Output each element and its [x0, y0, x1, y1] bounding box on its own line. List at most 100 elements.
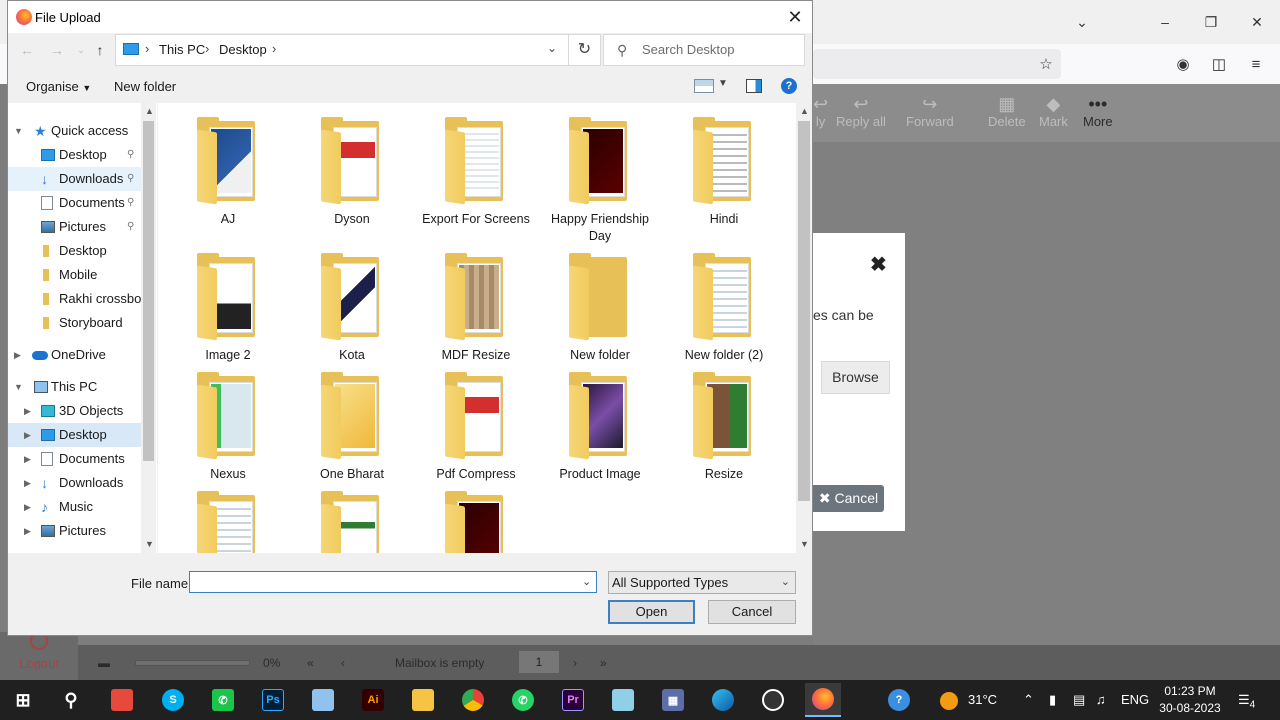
view-dropdown-icon[interactable]: ▼	[718, 78, 728, 89]
breadcrumb-separator-icon[interactable]: ›	[205, 41, 209, 56]
sidebar-item-desktop-pinned[interactable]: Desktop ⚲	[8, 143, 148, 167]
address-dropdown-icon[interactable]: ⌄	[547, 41, 557, 55]
breadcrumb-separator-icon[interactable]: ›	[145, 41, 149, 56]
pocket-icon[interactable]: ◉	[1172, 54, 1194, 76]
menu-icon[interactable]: ≡	[1245, 54, 1267, 76]
file-item[interactable]: Dyson	[296, 117, 408, 228]
sidebar-item-quick-access[interactable]: ▼ ★ Quick access	[8, 119, 148, 143]
refresh-button[interactable]: ↻	[569, 34, 601, 66]
recent-locations-chevron-icon[interactable]: ⌄	[72, 41, 90, 59]
window-close-icon[interactable]: ✕	[1245, 10, 1269, 34]
collapsed-chevron-icon[interactable]: ▶	[24, 447, 31, 471]
sidebar-item-rakhi-crossbon[interactable]: Rakhi crossbon	[8, 287, 149, 311]
dialog-close-button[interactable]: ✕	[780, 5, 810, 29]
tab-list-chevron-icon[interactable]: ⌄	[1070, 10, 1094, 34]
file-item[interactable]	[172, 491, 284, 553]
taskbar-app-computer[interactable]	[305, 683, 341, 717]
sidebar-item-storyboard[interactable]: Storyboard	[8, 311, 148, 335]
sidebar-item-downloads[interactable]: ▶ ↓ Downloads	[8, 471, 148, 495]
taskbar-app-edge[interactable]	[705, 683, 741, 717]
file-item[interactable]: Happy Friendship Day	[544, 117, 656, 245]
file-item[interactable]: One Bharat	[296, 372, 408, 483]
organise-button[interactable]: Organise ▼	[26, 79, 91, 94]
taskbar-search-button[interactable]: ⚲	[53, 683, 89, 717]
sidebar-item-this-pc[interactable]: ▼ This PC	[8, 375, 148, 399]
nav-scroll-down-icon[interactable]: ▼	[145, 539, 154, 549]
modal-cancel-button[interactable]: ✖ Cancel	[813, 485, 884, 512]
help-icon[interactable]: ?	[781, 78, 797, 94]
taskbar-app-firefox[interactable]	[805, 683, 841, 717]
file-list-pane[interactable]: AJ Dyson Export For Screens Happy Friendshi…	[158, 103, 796, 553]
modal-close-icon[interactable]: ✖	[870, 252, 887, 277]
url-bar[interactable]	[813, 49, 1061, 79]
collapsed-chevron-icon[interactable]: ▶	[24, 423, 31, 447]
forward-arrow-icon[interactable]: →	[48, 41, 66, 59]
nav-scroll-up-icon[interactable]: ▲	[145, 106, 154, 116]
sidebar-item-onedrive[interactable]: ▶ OneDrive	[8, 343, 148, 367]
usb-icon[interactable]: ▮	[1049, 680, 1056, 720]
breadcrumb-desktop[interactable]: Desktop	[219, 42, 267, 57]
reply-button[interactable]: ↩ ly	[813, 94, 828, 129]
change-view-icon[interactable]	[694, 79, 714, 93]
preview-pane-icon[interactable]	[746, 79, 762, 93]
file-item[interactable]	[296, 491, 408, 553]
file-item[interactable]: Product Image	[544, 372, 656, 483]
collapsed-chevron-icon[interactable]: ▶	[24, 399, 31, 423]
language-indicator[interactable]: ENG	[1121, 680, 1149, 720]
search-box[interactable]: ⚲	[603, 34, 805, 66]
volume-icon[interactable]: ♫	[1096, 680, 1106, 720]
search-input[interactable]	[642, 42, 792, 57]
file-item[interactable]: Export For Screens	[420, 117, 532, 228]
file-type-select[interactable]: All Supported Types ⌄	[608, 571, 796, 594]
file-item[interactable]: Resize	[668, 372, 780, 483]
nav-scrollbar-thumb[interactable]	[143, 121, 154, 461]
next-page-icon[interactable]: ›	[573, 656, 577, 670]
bookmark-star-icon[interactable]: ☆	[1035, 54, 1057, 76]
file-item[interactable]: Image 2	[172, 253, 284, 364]
collapsed-chevron-icon[interactable]: ▶	[24, 471, 31, 495]
taskbar-app-phone[interactable]: ✆	[205, 683, 241, 717]
sidebar-item-downloads-pinned[interactable]: ↓ Downloads ⚲	[8, 167, 148, 191]
delete-button[interactable]: ▦ Delete	[988, 94, 1026, 129]
file-item[interactable]: New folder (2)	[668, 253, 780, 364]
file-item[interactable]: MDF Resize	[420, 253, 532, 364]
minimize-icon[interactable]: –	[1153, 10, 1177, 34]
taskbar-app-file-explorer[interactable]	[405, 683, 441, 717]
expanded-chevron-icon[interactable]: ▼	[14, 119, 23, 143]
file-item[interactable]: AJ	[172, 117, 284, 228]
taskbar-app-skype[interactable]: S	[155, 683, 191, 717]
network-icon[interactable]: ▤	[1073, 680, 1085, 720]
file-item[interactable]: Hindi	[668, 117, 780, 228]
taskbar-app-whatsapp[interactable]: ✆	[505, 683, 541, 717]
breadcrumb-separator-icon[interactable]: ›	[272, 41, 276, 56]
more-button[interactable]: ••• More	[1083, 94, 1113, 129]
new-folder-button[interactable]: New folder	[114, 79, 176, 94]
sidebar-item-documents-pinned[interactable]: Documents ⚲	[8, 191, 148, 215]
collapsed-chevron-icon[interactable]: ▶	[24, 495, 31, 519]
breadcrumb-this-pc[interactable]: This PC	[159, 42, 205, 57]
sidebar-item-3d-objects[interactable]: ▶ 3D Objects	[8, 399, 148, 423]
page-number-input[interactable]: 1	[519, 651, 559, 673]
browse-button[interactable]: Browse	[821, 361, 890, 394]
file-item[interactable]: Pdf Compress	[420, 372, 532, 483]
first-page-icon[interactable]: «	[307, 656, 314, 670]
taskbar-app-notes[interactable]	[605, 683, 641, 717]
clock[interactable]: 01:23 PM 30-08-2023	[1150, 683, 1230, 717]
file-item[interactable]: Kota	[296, 253, 408, 364]
sidebar-item-pictures[interactable]: ▶ Pictures	[8, 519, 148, 543]
sidebar-item-mobile[interactable]: Mobile	[8, 263, 148, 287]
taskbar-app-recorder[interactable]	[755, 683, 791, 717]
taskbar-app-premiere[interactable]: Pr	[555, 683, 591, 717]
sidebar-item-pictures-pinned[interactable]: Pictures ⚲	[8, 215, 148, 239]
taskbar-app-photoshop[interactable]: Ps	[255, 683, 291, 717]
back-arrow-icon[interactable]: ←	[18, 41, 36, 59]
forward-button[interactable]: ↪ Forward	[906, 94, 954, 129]
file-item[interactable]	[420, 491, 532, 553]
taskbar-app-chrome[interactable]	[455, 683, 491, 717]
collapsed-chevron-icon[interactable]: ▶	[24, 519, 31, 543]
file-item[interactable]: New folder	[544, 253, 656, 364]
reply-all-button[interactable]: ↩ Reply all	[836, 94, 886, 129]
up-arrow-icon[interactable]: ↑	[91, 41, 109, 59]
collapsed-chevron-icon[interactable]: ▶	[14, 343, 21, 367]
extensions-icon[interactable]: ◫	[1208, 54, 1230, 76]
